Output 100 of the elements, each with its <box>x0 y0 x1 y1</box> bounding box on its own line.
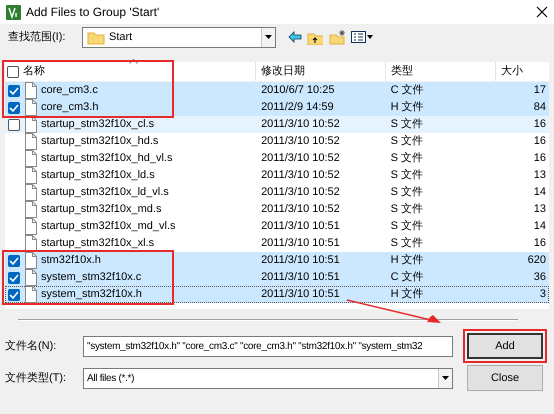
file-type: S 文件 <box>390 134 424 149</box>
file-type: S 文件 <box>390 202 424 217</box>
file-date: 2011/3/10 10:52 <box>260 185 341 200</box>
file-type-dropdown[interactable]: All files (*.*) <box>83 368 453 388</box>
file-row[interactable]: startup_stm32f10x_ld.s 2011/3/10 10:52 S 文件 13 <box>5 167 549 184</box>
row-checkbox[interactable] <box>8 288 20 300</box>
file-row[interactable]: system_stm32f10x.h 2011/3/10 10:51 H 文件 3 <box>5 286 549 303</box>
row-checkbox[interactable] <box>8 84 20 96</box>
file-type: S 文件 <box>390 168 424 183</box>
check-icon <box>8 84 20 96</box>
file-name: core_cm3.c <box>41 83 98 98</box>
file-type: S 文件 <box>390 185 424 200</box>
file-name: startup_stm32f10x_ld_vl.s <box>41 185 169 200</box>
file-row[interactable]: startup_stm32f10x_ld_vl.s 2011/3/10 10:52 S 文件 14 <box>5 184 549 201</box>
file-type: S 文件 <box>390 219 424 234</box>
check-icon <box>8 254 20 266</box>
check-icon <box>8 288 20 300</box>
dialog-button[interactable]: Close <box>467 365 543 391</box>
file-name: startup_stm32f10x_md.s <box>41 202 162 218</box>
row-checkbox[interactable] <box>8 272 20 284</box>
file-row[interactable]: startup_stm32f10x_hd_vl.s 2011/3/10 10:52 S 文件 16 <box>5 150 549 167</box>
file-date: 2011/2/9 14:59 <box>260 100 335 115</box>
row-checkbox[interactable] <box>8 102 20 114</box>
file-name-field[interactable]: "system_stm32f10x.h" "core_cm3.c" "core_cm3.h" "stm32f10x.h" "system_stm32 <box>83 336 453 356</box>
file-icon <box>24 269 37 286</box>
file-name: startup_stm32f10x_hd.s <box>41 134 158 150</box>
file-size: 14 <box>532 185 548 200</box>
column-header[interactable]: 类型 <box>385 62 495 81</box>
file-row[interactable]: stm32f10x.h 2011/3/10 10:51 H 文件 620 <box>5 252 549 269</box>
dropdown-arrow-icon <box>265 35 272 39</box>
view-menu-icon[interactable] <box>351 30 373 44</box>
window-title: Add Files to Group 'Start' <box>26 4 160 21</box>
file-row[interactable]: startup_stm32f10x_hd.s 2011/3/10 10:52 S 文件 16 <box>5 133 549 150</box>
file-date: 2011/3/10 10:52 <box>260 151 341 166</box>
dialog-button[interactable]: Add <box>467 333 543 359</box>
file-size: 84 <box>532 100 548 115</box>
file-size: 36 <box>532 270 548 285</box>
file-size: 16 <box>532 236 548 251</box>
file-row[interactable]: core_cm3.h 2011/2/9 14:59 H 文件 84 <box>5 99 549 116</box>
file-type: C 文件 <box>390 83 425 98</box>
file-icon <box>24 218 37 235</box>
file-size: 14 <box>532 219 548 234</box>
file-icon <box>24 184 37 201</box>
file-size: 16 <box>532 117 548 132</box>
file-icon <box>24 82 37 99</box>
new-folder-icon[interactable] <box>328 30 346 44</box>
column-header[interactable]: 修改日期 <box>255 62 385 81</box>
select-all-checkbox[interactable] <box>7 66 19 78</box>
check-icon <box>8 272 20 284</box>
file-name: core_cm3.h <box>41 100 98 116</box>
look-in-dropdown[interactable]: Start <box>82 26 276 48</box>
file-name: system_stm32f10x.h <box>41 287 142 302</box>
file-date: 2011/3/10 10:52 <box>260 202 341 217</box>
look-in-label: 查找范围(I): <box>8 30 66 45</box>
file-name: startup_stm32f10x_cl.s <box>41 117 154 132</box>
file-size: 16 <box>532 151 548 166</box>
file-row[interactable]: core_cm3.c 2010/6/7 10:25 C 文件 17 <box>5 82 549 99</box>
file-size: 13 <box>532 202 548 217</box>
file-size: 16 <box>532 134 548 149</box>
file-name: stm32f10x.h <box>41 253 101 268</box>
file-size: 3 <box>538 287 548 302</box>
file-icon <box>24 133 37 150</box>
file-type: H 文件 <box>390 100 425 115</box>
file-date: 2011/3/10 10:51 <box>260 253 341 268</box>
row-checkbox[interactable] <box>8 254 20 266</box>
file-row[interactable]: startup_stm32f10x_cl.s 2011/3/10 10:52 S 文件 16 <box>5 116 549 133</box>
file-icon <box>24 235 37 252</box>
file-name-label: 文件名(N): <box>5 338 58 354</box>
file-type-label: 文件类型(T): <box>5 370 68 386</box>
file-row[interactable]: startup_stm32f10x_md.s 2011/3/10 10:52 S 文件 13 <box>5 201 549 218</box>
file-date: 2011/3/10 10:51 <box>260 219 341 234</box>
file-date: 2011/3/10 10:51 <box>260 270 341 285</box>
file-date: 2011/3/10 10:52 <box>260 117 341 132</box>
dropdown-arrow-icon <box>442 376 449 380</box>
file-date: 2011/3/10 10:52 <box>260 168 341 183</box>
file-row[interactable]: startup_stm32f10x_xl.s 2011/3/10 10:51 S 文件 16 <box>5 235 549 252</box>
file-size: 620 <box>526 253 548 268</box>
close-icon[interactable] <box>536 6 548 18</box>
file-size: 17 <box>532 83 548 98</box>
file-icon <box>24 99 37 116</box>
row-checkbox[interactable] <box>8 118 20 130</box>
file-name: system_stm32f10x.c <box>41 270 142 286</box>
app-logo-icon <box>6 4 21 20</box>
file-icon <box>24 167 37 184</box>
file-type: C 文件 <box>390 270 425 285</box>
column-header[interactable]: 名称 <box>23 63 45 80</box>
file-icon <box>24 286 37 303</box>
file-date: 2011/3/10 10:51 <box>260 287 341 302</box>
file-size: 13 <box>532 168 548 183</box>
file-date: 2011/3/10 10:52 <box>260 134 341 149</box>
file-date: 2010/6/7 10:25 <box>260 83 336 98</box>
column-header[interactable]: 大小 <box>495 62 549 81</box>
back-arrow-icon[interactable] <box>288 31 302 43</box>
check-icon <box>8 102 20 114</box>
file-row[interactable]: startup_stm32f10x_md_vl.s 2011/3/10 10:51 S 文件 14 <box>5 218 549 235</box>
file-name: startup_stm32f10x_xl.s <box>41 236 154 252</box>
file-name: startup_stm32f10x_ld.s <box>41 168 155 184</box>
file-type: S 文件 <box>390 117 424 132</box>
file-row[interactable]: system_stm32f10x.c 2011/3/10 10:51 C 文件 36 <box>5 269 549 286</box>
file-type: H 文件 <box>390 287 425 302</box>
